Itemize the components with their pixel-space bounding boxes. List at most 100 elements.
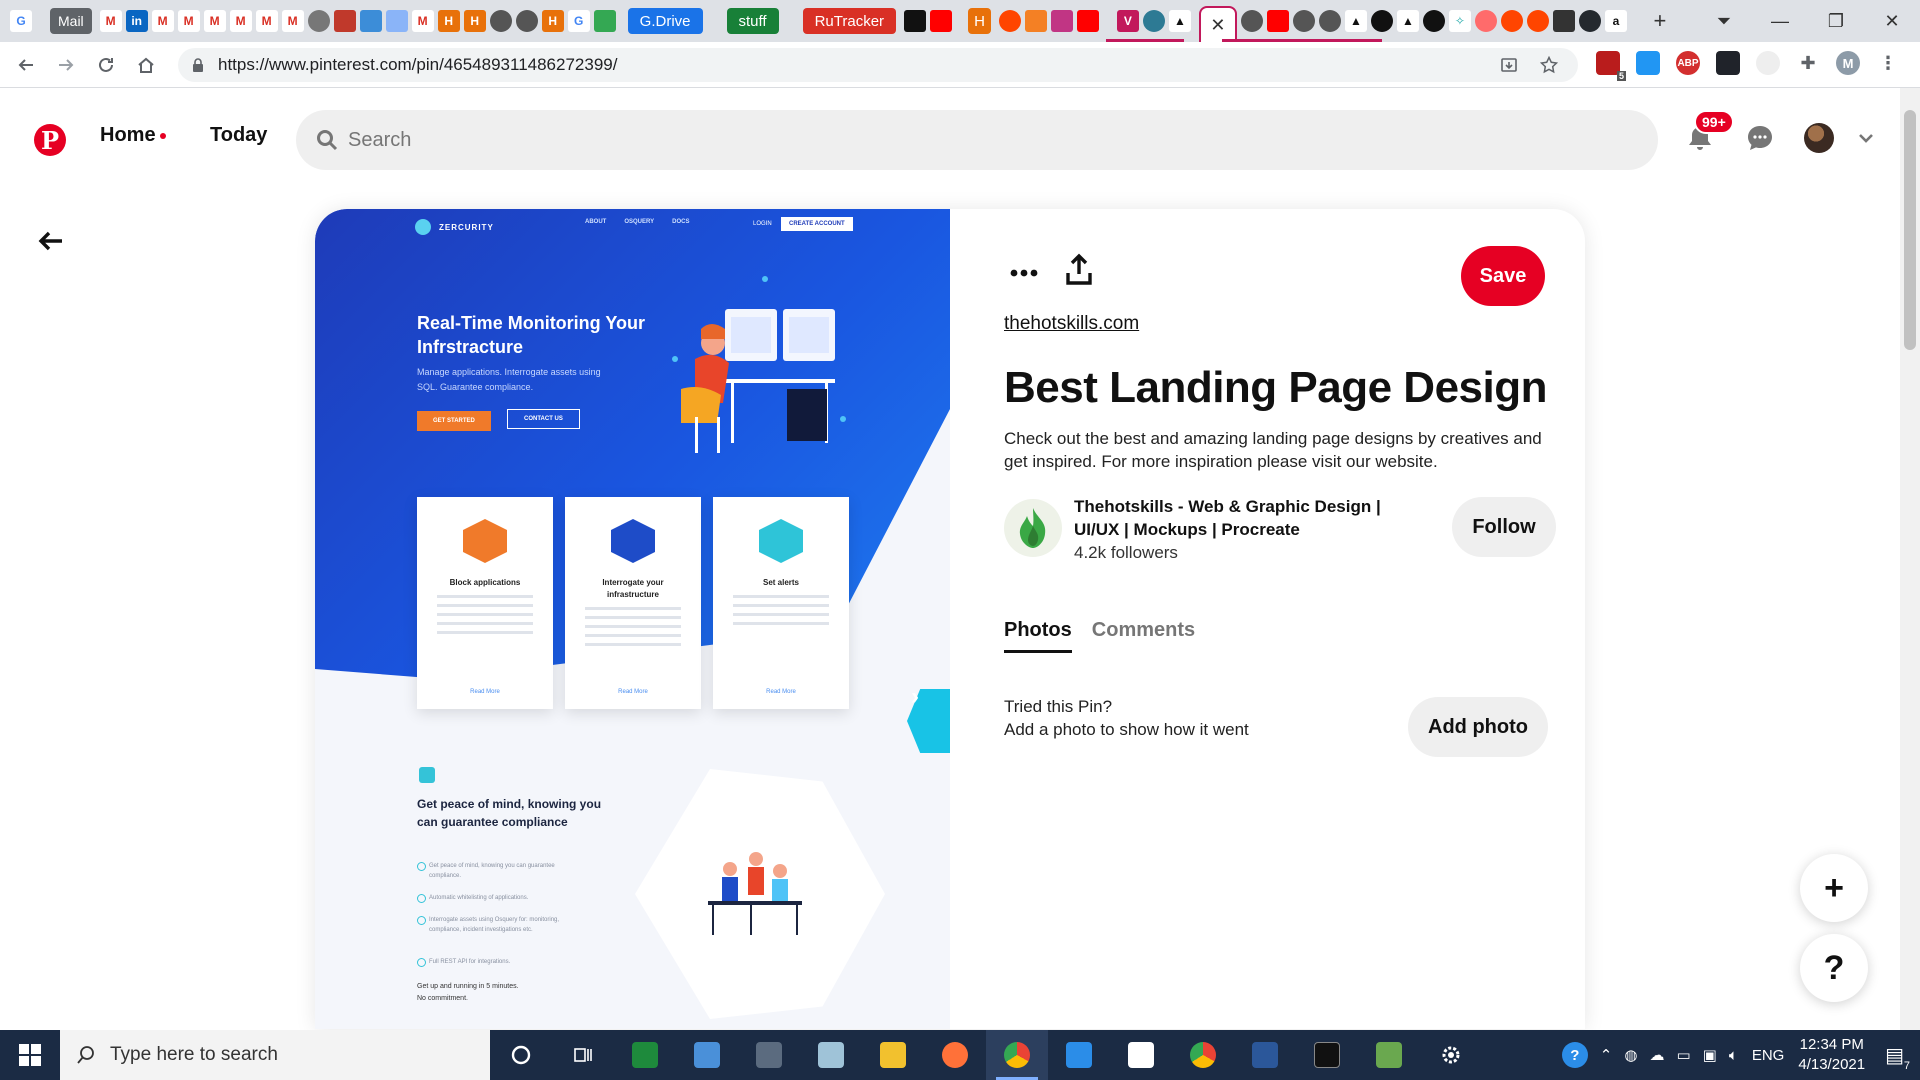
add-photo-button[interactable]: Add photo <box>1408 697 1548 757</box>
h-group-tab[interactable]: H <box>968 8 991 34</box>
close-window-button[interactable]: ✕ <box>1864 11 1920 32</box>
minimize-button[interactable]: — <box>1752 11 1808 32</box>
create-plus-button[interactable]: + <box>1800 854 1868 922</box>
globe-tab-icon[interactable] <box>1240 10 1263 32</box>
volume-icon[interactable]: 🔈︎ <box>1729 1047 1738 1064</box>
taskbar-app[interactable] <box>986 1030 1048 1080</box>
onedrive-icon[interactable]: ☁ <box>1649 1046 1664 1064</box>
youtube-tab-icon[interactable] <box>1266 10 1289 32</box>
medium-tab-icon[interactable] <box>904 10 927 32</box>
follow-button[interactable]: Follow <box>1452 497 1556 557</box>
search-input[interactable]: Search <box>296 110 1658 170</box>
sheets-tab-icon[interactable] <box>593 10 616 32</box>
tab-photos[interactable]: Photos <box>1004 619 1072 653</box>
pin-image[interactable]: ZERCURITY ABOUT OSQUERY DOCS LOGIN CREAT… <box>315 209 950 1029</box>
stackoverflow-tab-icon[interactable] <box>1024 10 1047 32</box>
globe-tab-icon[interactable] <box>1292 10 1315 32</box>
gmail-tab-icon[interactable]: M <box>255 10 278 32</box>
nav-today[interactable]: Today <box>210 124 267 147</box>
globe-tab-icon[interactable] <box>1318 10 1341 32</box>
gmail-tab-icon[interactable]: M <box>411 10 434 32</box>
triangle-tab-icon[interactable] <box>1422 10 1445 32</box>
taskbar-app[interactable] <box>676 1030 738 1080</box>
gdrive-group-tab[interactable]: G.Drive <box>627 8 703 34</box>
grid-tab-icon[interactable] <box>359 10 382 32</box>
pinterest-logo-icon[interactable]: P <box>34 124 66 156</box>
taskbar-app[interactable] <box>738 1030 800 1080</box>
more-options-icon[interactable] <box>1006 263 1042 283</box>
start-button[interactable] <box>0 1030 60 1080</box>
taskbar-app[interactable] <box>1172 1030 1234 1080</box>
help-button[interactable]: ? <box>1800 934 1868 1002</box>
forward-button[interactable] <box>46 45 86 85</box>
page-scrollbar[interactable] <box>1900 88 1920 1030</box>
h-tab-icon[interactable]: H <box>541 10 564 32</box>
taskbar-app[interactable] <box>862 1030 924 1080</box>
taskbar-app[interactable] <box>1048 1030 1110 1080</box>
window-extension-icon[interactable] <box>1636 51 1660 75</box>
notification-center-icon[interactable]: ▤ 7 <box>1885 1043 1910 1072</box>
mail-group-tab[interactable]: Mail <box>50 8 92 34</box>
nav-home[interactable]: Home <box>100 124 166 147</box>
creator-avatar[interactable] <box>1004 499 1062 557</box>
globe-tab-icon[interactable] <box>489 10 512 32</box>
next-image-chevron-icon[interactable]: › <box>911 683 919 711</box>
puzzle-extensions-icon[interactable]: ✚ <box>1796 51 1820 75</box>
gmail-tab-icon[interactable]: M <box>177 10 200 32</box>
source-link[interactable]: thehotskills.com <box>1004 313 1139 335</box>
adblock-plus-icon[interactable]: ABP <box>1676 51 1700 75</box>
back-arrow-icon[interactable] <box>36 226 66 256</box>
taskbar-app[interactable] <box>1110 1030 1172 1080</box>
tab-comments[interactable]: Comments <box>1092 619 1195 653</box>
save-button[interactable]: Save <box>1461 246 1545 306</box>
youtube-tab-icon[interactable] <box>1076 10 1099 32</box>
tab-search-icon[interactable]: ⏷ <box>1696 11 1752 32</box>
creator-name[interactable]: Thehotskills - Web & Graphic Design | UI… <box>1074 495 1404 541</box>
leaf-tab-icon[interactable]: ✧ <box>1448 10 1471 32</box>
chevron-up-icon[interactable]: ⌃ <box>1600 1046 1613 1064</box>
maximize-button[interactable]: ❐ <box>1808 11 1864 32</box>
instagram-tab-icon[interactable] <box>1050 10 1073 32</box>
address-bar[interactable]: https://www.pinterest.com/pin/4654893114… <box>178 48 1578 82</box>
ublock-extension-icon[interactable]: 5 <box>1596 51 1626 81</box>
install-icon[interactable] <box>1500 56 1518 74</box>
taskbar-search-input[interactable]: Type here to search <box>60 1030 490 1080</box>
messages-button[interactable] <box>1740 118 1780 158</box>
gmail-tab-icon[interactable]: M <box>151 10 174 32</box>
profile-avatar[interactable]: M <box>1836 51 1860 75</box>
gmail-tab-icon[interactable]: M <box>99 10 122 32</box>
network-icon[interactable]: ◍ <box>1624 1046 1637 1064</box>
back-button[interactable] <box>6 45 46 85</box>
reddit-tab-icon[interactable] <box>1526 10 1549 32</box>
stuff-group-tab[interactable]: stuff <box>726 8 779 34</box>
battery-icon[interactable]: ▭ <box>1676 1046 1690 1064</box>
react-devtools-icon[interactable] <box>1716 51 1740 75</box>
google-tab-icon[interactable]: G <box>567 10 590 32</box>
account-menu-button[interactable] <box>1856 128 1876 148</box>
reload-button[interactable] <box>86 45 126 85</box>
codepen-tab-icon[interactable] <box>1552 10 1575 32</box>
circle-extension-icon[interactable] <box>1756 51 1780 75</box>
triangle-tab-icon[interactable]: ▲ <box>1168 10 1191 32</box>
new-tab-button[interactable]: + <box>1649 8 1671 33</box>
notifications-button[interactable]: 99+ <box>1680 110 1734 158</box>
display-icon[interactable]: ▣ <box>1703 1046 1717 1064</box>
github-tab-icon[interactable] <box>1578 10 1601 32</box>
help-tray-icon[interactable]: ? <box>1561 1042 1588 1068</box>
taskbar-app[interactable] <box>614 1030 676 1080</box>
gmail-tab-icon[interactable]: M <box>203 10 226 32</box>
language-indicator[interactable]: ENG <box>1752 1047 1785 1064</box>
google-tab-icon[interactable]: G <box>10 10 32 32</box>
taskbar-app[interactable] <box>1296 1030 1358 1080</box>
active-tab-close[interactable]: ✕ <box>1198 6 1237 42</box>
shield-tab-icon[interactable] <box>333 10 356 32</box>
scrollbar-thumb[interactable] <box>1904 110 1916 350</box>
cortana-button[interactable] <box>490 1030 552 1080</box>
window-tab-icon[interactable] <box>385 10 408 32</box>
bookmark-star-icon[interactable] <box>1540 56 1558 74</box>
taskbar-app[interactable] <box>800 1030 862 1080</box>
rutracker-group-tab[interactable]: RuTracker <box>802 8 897 34</box>
gmail-tab-icon[interactable]: M <box>229 10 252 32</box>
triangle-tab-icon[interactable]: ▲ <box>1344 10 1367 32</box>
youtube-tab-icon[interactable] <box>930 10 953 32</box>
